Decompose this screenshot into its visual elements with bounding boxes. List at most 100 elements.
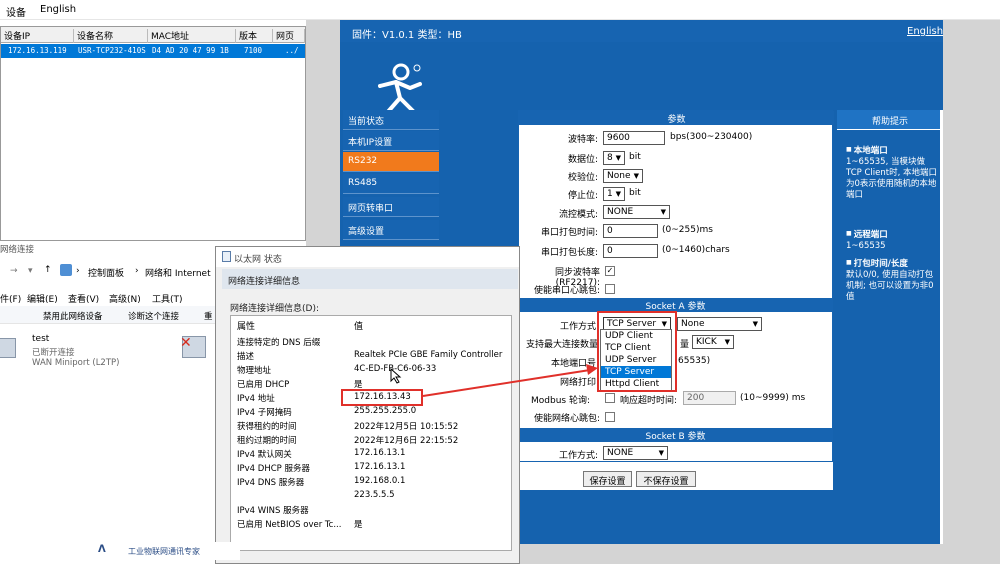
cell-version: 7100	[244, 46, 263, 55]
table-row[interactable]: 连接特定的 DNS 后缀	[231, 336, 511, 350]
rfc2217-checkbox[interactable]: ✓	[605, 266, 615, 276]
sidebar-item-ip[interactable]: 本机IP设置	[343, 131, 439, 151]
chevron-down-icon: ▼	[658, 449, 664, 457]
table-row[interactable]: 已启用 NetBIOS over Tc... 是	[231, 518, 511, 532]
parity-select[interactable]: None ▼	[603, 169, 643, 183]
scrollbar-track[interactable]	[940, 110, 943, 544]
packtime-unit: (0~255)ms	[662, 225, 713, 235]
baud-input[interactable]: 9600	[603, 131, 665, 145]
breadcrumb-control-panel[interactable]: 控制面板	[88, 266, 124, 279]
prop: IPv4 地址	[237, 394, 275, 404]
maxconn-select[interactable]: KICK ▼	[692, 335, 734, 349]
prop: IPv4 DNS 服务器	[237, 478, 305, 488]
table-row[interactable]: 172.16.13.119 USR-TCP232-410S D4 AD 20 4…	[1, 44, 305, 58]
up-arrow-icon[interactable]: ↑	[44, 265, 52, 275]
table-row[interactable]: 获得租约的时间 2022年12月5日 10:15:52	[231, 420, 511, 434]
rename-button[interactable]: 重	[204, 310, 213, 322]
prop: 租约过期的时间	[237, 436, 297, 446]
help-panel: 帮助提示 本地端口 1~65535, 当模块做TCP Client时, 本地端口…	[837, 110, 943, 544]
stopbits-unit: bit	[629, 188, 641, 198]
table-row[interactable]: IPv4 默认网关 172.16.13.1	[231, 448, 511, 462]
diagnose-button[interactable]: 诊断这个连接	[128, 310, 179, 322]
back-arrow-icon[interactable]: →	[10, 266, 18, 276]
flow-select[interactable]: NONE ▼	[603, 205, 670, 219]
table-row[interactable]: IPv4 子网掩码 255.255.255.0	[231, 406, 511, 420]
nosave-button[interactable]: 不保存设置	[636, 471, 696, 487]
socket-b-mode-select[interactable]: NONE ▼	[603, 446, 668, 460]
prop: 已启用 DHCP	[237, 380, 290, 390]
databits-label: 数据位:	[567, 155, 598, 165]
network-toolbar: 禁用此网络设备 诊断这个连接 重	[0, 306, 240, 324]
prop: 连接特定的 DNS 后缀	[237, 338, 321, 348]
help-remote-port-text: 1~65535	[846, 241, 886, 251]
col-property: 属性	[237, 322, 256, 332]
breadcrumb-sep-icon: ›	[135, 266, 139, 276]
help-local-port-text: 1~65535, 当模块做TCP Client时, 本地端口为0表示使用随机的本…	[846, 157, 937, 200]
sidebar-item-status[interactable]: 当前状态	[343, 110, 439, 130]
flow-value: NONE	[607, 207, 634, 217]
table-row[interactable]: 租约过期的时间 2022年12月6日 22:15:52	[231, 434, 511, 448]
control-panel-icon	[60, 264, 72, 276]
disable-device-button[interactable]: 禁用此网络设备	[43, 310, 103, 322]
col-version[interactable]: 版本	[236, 29, 273, 43]
net-heartbeat-checkbox[interactable]	[605, 412, 615, 422]
menu-english[interactable]: English	[40, 4, 76, 15]
socket-a-mode-label: 工作方式	[559, 322, 596, 332]
sidebar-item-advanced[interactable]: 高级设置	[343, 220, 439, 240]
cell-mac: D4 AD 20 47 99 1B	[152, 46, 229, 55]
table-row[interactable]: 223.5.5.5	[231, 490, 511, 504]
parity-label: 校验位:	[567, 173, 598, 183]
tool-menubar: 设备 English	[0, 0, 1000, 20]
save-button[interactable]: 保存设置	[583, 471, 632, 487]
prop: 物理地址	[237, 366, 272, 376]
mouse-cursor-icon	[390, 368, 402, 384]
connection-item[interactable]: test 已断开连接 WAN Miniport (L2TP)	[0, 332, 150, 378]
localport-range: 65535)	[678, 356, 711, 366]
chevron-down-icon[interactable]: ▾	[28, 266, 33, 276]
english-link[interactable]: English	[907, 26, 943, 37]
sidebar-item-rs232[interactable]: RS232	[343, 152, 439, 172]
prop: IPv4 DHCP 服务器	[237, 464, 310, 474]
prop: 描述	[237, 352, 255, 362]
modbus-checkbox[interactable]	[605, 393, 615, 403]
col-device-ip[interactable]: 设备IP	[1, 29, 74, 43]
val: 172.16.13.1	[354, 462, 406, 472]
menu-view[interactable]: 查看(V)	[68, 292, 99, 305]
baud-label: 波特率:	[567, 135, 598, 145]
device-table: 设备IP 设备名称 MAC地址 版本 网页 172.16.13.119 USR-…	[0, 26, 306, 241]
firmware-info: 固件：V1.0.1 类型：HB	[352, 30, 462, 41]
sidebar-item-rs485[interactable]: RS485	[343, 174, 439, 194]
status-title: 以太网 状态	[234, 255, 282, 265]
menu-advanced[interactable]: 高级(N)	[109, 292, 141, 305]
table-row[interactable]: IPv4 DHCP 服务器 172.16.13.1	[231, 462, 511, 476]
val: 172.16.13.1	[354, 448, 406, 458]
col-web[interactable]: 网页	[273, 29, 305, 43]
databits-select[interactable]: 8 ▼	[603, 151, 625, 165]
menu-device[interactable]: 设备	[6, 4, 26, 19]
stopbits-select[interactable]: 1 ▼	[603, 187, 625, 201]
prop: IPv4 默认网关	[237, 450, 292, 460]
chevron-down-icon: ▼	[633, 172, 639, 180]
socket-b-mode-value: NONE	[607, 448, 634, 458]
menu-edit[interactable]: 编辑(E)	[27, 292, 58, 305]
flow-label: 流控模式:	[558, 210, 598, 220]
packlen-input[interactable]: 0	[603, 244, 658, 258]
cell-web[interactable]: ../	[282, 46, 299, 55]
menu-tools[interactable]: 工具(T)	[152, 292, 183, 305]
val: 255.255.255.0	[354, 406, 417, 416]
sidebar-item-web-serial[interactable]: 网页转串口	[343, 197, 439, 217]
modbus-unit: (10~9999) ms	[740, 393, 806, 403]
socket-a-mode2-select[interactable]: None ▼	[677, 317, 762, 331]
col-mac[interactable]: MAC地址	[148, 29, 236, 43]
connection-device: WAN Miniport (L2TP)	[32, 358, 120, 368]
packtime-input[interactable]: 0	[603, 224, 658, 238]
menu-file[interactable]: 件(F)	[0, 292, 21, 305]
modbus-timeout-input[interactable]: 200	[683, 391, 736, 405]
table-row[interactable]: IPv4 WINS 服务器	[231, 504, 511, 518]
table-row[interactable]: IPv4 DNS 服务器 192.168.0.1	[231, 476, 511, 490]
serial-heartbeat-checkbox[interactable]	[605, 284, 615, 294]
ip-highlight-box	[341, 389, 423, 406]
breadcrumb-network[interactable]: 网络和 Internet	[145, 266, 211, 279]
col-device-name[interactable]: 设备名称	[74, 29, 148, 43]
maxconn-value: KICK	[696, 337, 717, 347]
